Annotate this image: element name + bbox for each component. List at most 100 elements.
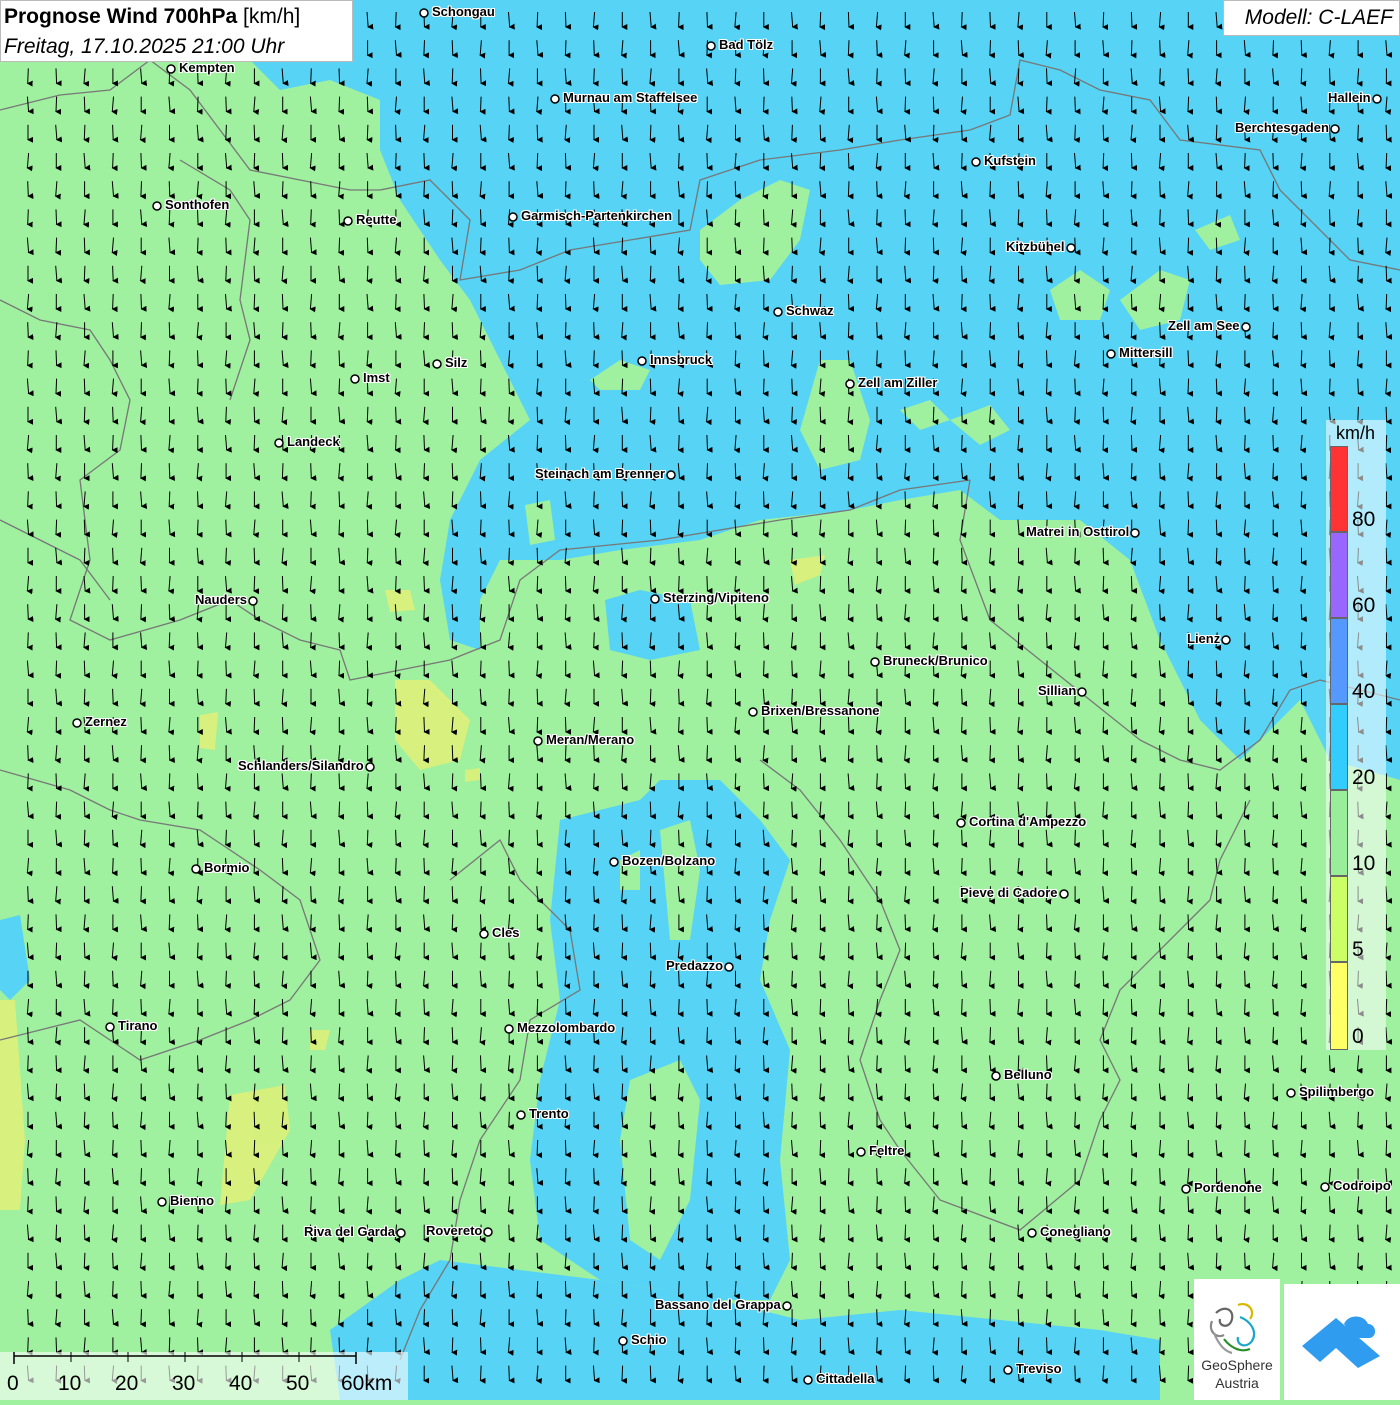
wind-arrow [1130,11,1138,30]
wind-arrow [734,1027,741,1045]
wind-arrow [593,886,600,904]
wind-arrow [196,1083,203,1102]
wind-arrow [1272,1139,1279,1158]
wind-arrow [734,914,741,933]
wind-arrow [592,1337,599,1356]
wind-arrow [989,716,996,735]
city-label: Kitzbühel [1006,239,1065,254]
wind-arrow [1158,632,1165,651]
wind-arrow [422,181,430,200]
wind-arrow [705,886,713,905]
wind-arrow [678,1111,685,1130]
weather-app-logo[interactable] [1284,1284,1400,1400]
city-marker [432,359,442,369]
wind-arrow [791,1083,798,1102]
wind-arrow [1187,1055,1194,1074]
wind-arrow [55,209,62,228]
wind-arrow [451,322,458,340]
city-marker [157,1197,167,1207]
wind-arrow [706,434,713,453]
city-label: Steinach am Brenner [535,466,666,481]
wind-arrow [1102,998,1109,1018]
wind-arrow [763,209,770,228]
wind-arrow [139,604,147,623]
geosphere-austria-logo[interactable]: GeoSphere Austria [1194,1279,1280,1400]
wind-arrow [961,1111,968,1130]
wind-arrow [168,886,175,904]
wind-arrow [1017,209,1024,228]
wind-arrow [26,491,33,510]
wind-arrow [705,604,713,623]
wind-arrow [960,434,967,454]
wind-arrow [649,1224,657,1243]
wind-arrow [592,914,599,933]
wind-arrow [1329,68,1336,87]
wind-arrow [1187,378,1194,397]
wind-arrow [423,716,430,735]
wind-arrow [1385,1139,1392,1159]
wind-arrow [1017,632,1024,651]
city-marker [1066,243,1076,253]
wind-arrow [253,688,260,707]
wind-arrow [819,688,826,707]
wind-arrow [536,829,543,848]
wind-arrow [791,1365,798,1384]
wind-arrow [338,660,345,679]
wind-arrow [480,773,487,792]
wind-arrow [564,322,571,341]
city-marker [72,718,82,728]
wind-arrow [423,1139,430,1158]
wind-arrow [960,575,967,595]
wind-arrow [1187,773,1194,792]
city-marker [1027,1228,1037,1238]
wind-arrow [819,1280,826,1300]
wind-arrow [224,265,231,284]
wind-arrow [1385,293,1392,313]
wind-arrow [734,604,741,622]
wind-arrow [112,547,119,566]
wind-arrow [1187,1365,1194,1384]
wind-arrow [451,604,458,622]
city-label: Belluno [1004,1067,1052,1082]
wind-arrow [168,350,175,369]
wind-arrow [310,1309,317,1327]
wind-arrow [706,11,713,30]
wind-arrow [564,1280,572,1299]
wind-arrow [677,293,684,313]
wind-arrow [961,124,968,143]
wind-arrow [1300,350,1307,369]
wind-arrow [281,886,288,905]
wind-arrow [1046,632,1053,651]
wind-arrow [309,914,316,933]
wind-arrow [734,491,741,510]
wind-arrow [564,1139,572,1158]
city-marker [991,1071,1001,1081]
wind-arrow [1017,350,1024,369]
wind-arrow [706,152,713,171]
wind-arrow [1045,942,1052,961]
wind-arrow [111,998,118,1018]
wind-arrow [1074,96,1081,115]
wind-arrow [904,914,911,933]
wind-arrow [508,1224,515,1243]
wind-arrow [225,1224,232,1243]
city-marker [1241,322,1251,332]
wind-arrow [1300,1055,1307,1074]
wind-arrow [55,801,62,820]
wind-arrow [508,660,515,679]
wind-arrow [989,1139,996,1158]
wind-arrow [1017,745,1024,763]
wind-arrow [621,801,628,820]
city-label: Schlanders/Silandro [238,758,364,773]
wind-arrow [507,1111,514,1130]
wind-arrow [139,463,147,482]
wind-arrow [55,632,62,651]
wind-arrow [366,970,373,989]
wind-arrow [338,68,345,87]
wind-arrow [677,998,684,1018]
wind-arrow [734,350,741,369]
wind-arrow [1215,124,1222,143]
wind-arrow [762,801,769,820]
wind-arrow [1130,463,1137,482]
city-marker [1330,124,1340,134]
